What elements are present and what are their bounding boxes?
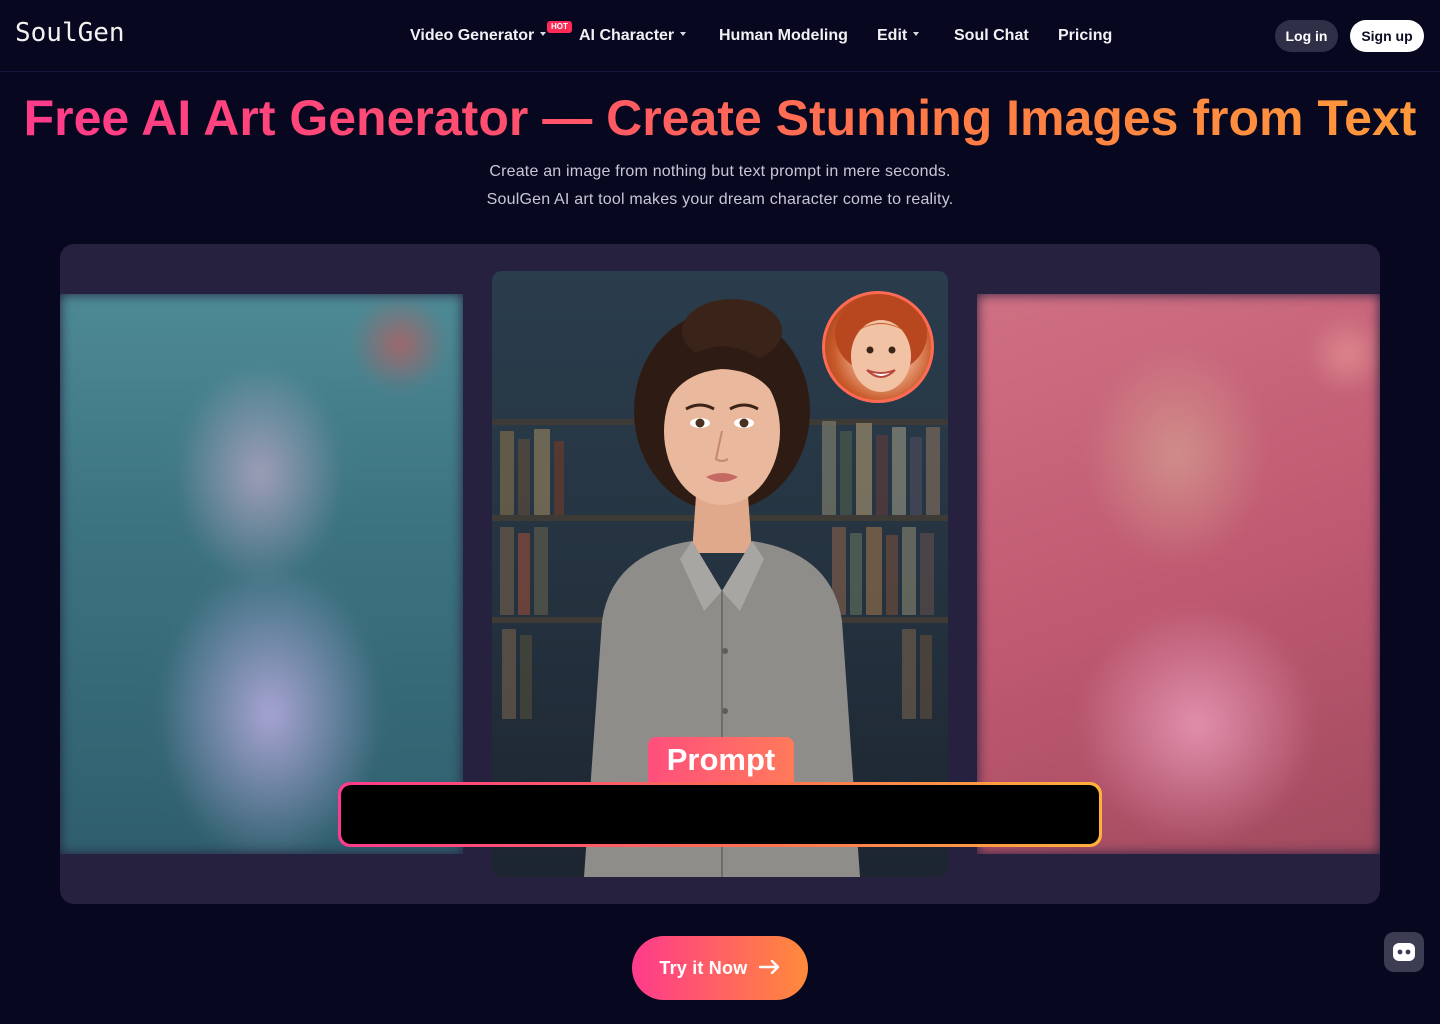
chat-bubble-icon — [1393, 943, 1415, 961]
caret-down-icon — [913, 31, 920, 36]
nav-item-ai-character[interactable]: AI Character — [579, 24, 687, 48]
nav-item-soul-chat[interactable]: Soul Chat — [954, 24, 1029, 48]
nav-item-label: Human Modeling — [719, 27, 848, 44]
blurred-sample-image-right — [977, 294, 1380, 854]
nav-item-label: Pricing — [1058, 27, 1113, 44]
prompt-input — [338, 782, 1102, 847]
nav-item-label: Video Generator — [410, 27, 535, 44]
chat-widget-button[interactable] — [1384, 932, 1424, 972]
prompt-label: Prompt — [648, 737, 794, 783]
try-it-now-label: Try it Now — [659, 958, 748, 978]
hot-badge: HOT — [547, 21, 572, 33]
nav-item-video-generator[interactable]: Video Generator HOT — [410, 21, 572, 48]
arrow-right-icon — [758, 960, 779, 975]
nav-item-edit[interactable]: Edit — [877, 24, 920, 48]
top-header: SoulGen Video Generator HOT AI Character… — [0, 0, 1440, 72]
nav-item-human-modeling[interactable]: Human Modeling — [719, 24, 848, 48]
login-button[interactable]: Log in — [1275, 20, 1338, 52]
showcase-carousel: Prompt — [60, 244, 1380, 904]
nav-item-pricing[interactable]: Pricing — [1058, 24, 1112, 48]
nav-item-label: AI Character — [579, 27, 675, 44]
caret-down-icon — [680, 31, 687, 36]
hero-subtitle-line1: Create an image from nothing but text pr… — [489, 163, 951, 180]
soulgen-logo[interactable]: SoulGen — [15, 18, 125, 48]
try-it-now-button[interactable]: Try it Now — [632, 936, 808, 1000]
page-title: Free AI Art Generator — Create Stunning … — [0, 88, 1440, 148]
nav-item-label: Soul Chat — [954, 27, 1029, 44]
caret-down-icon — [540, 31, 547, 36]
face-reference-avatar — [822, 291, 934, 403]
signup-button[interactable]: Sign up — [1350, 20, 1424, 52]
nav-item-label: Edit — [877, 27, 908, 44]
blurred-sample-image-left — [60, 294, 463, 854]
prompt-text — [341, 785, 1099, 844]
hero-subtitle-line2: SoulGen AI art tool makes your dream cha… — [486, 191, 954, 208]
